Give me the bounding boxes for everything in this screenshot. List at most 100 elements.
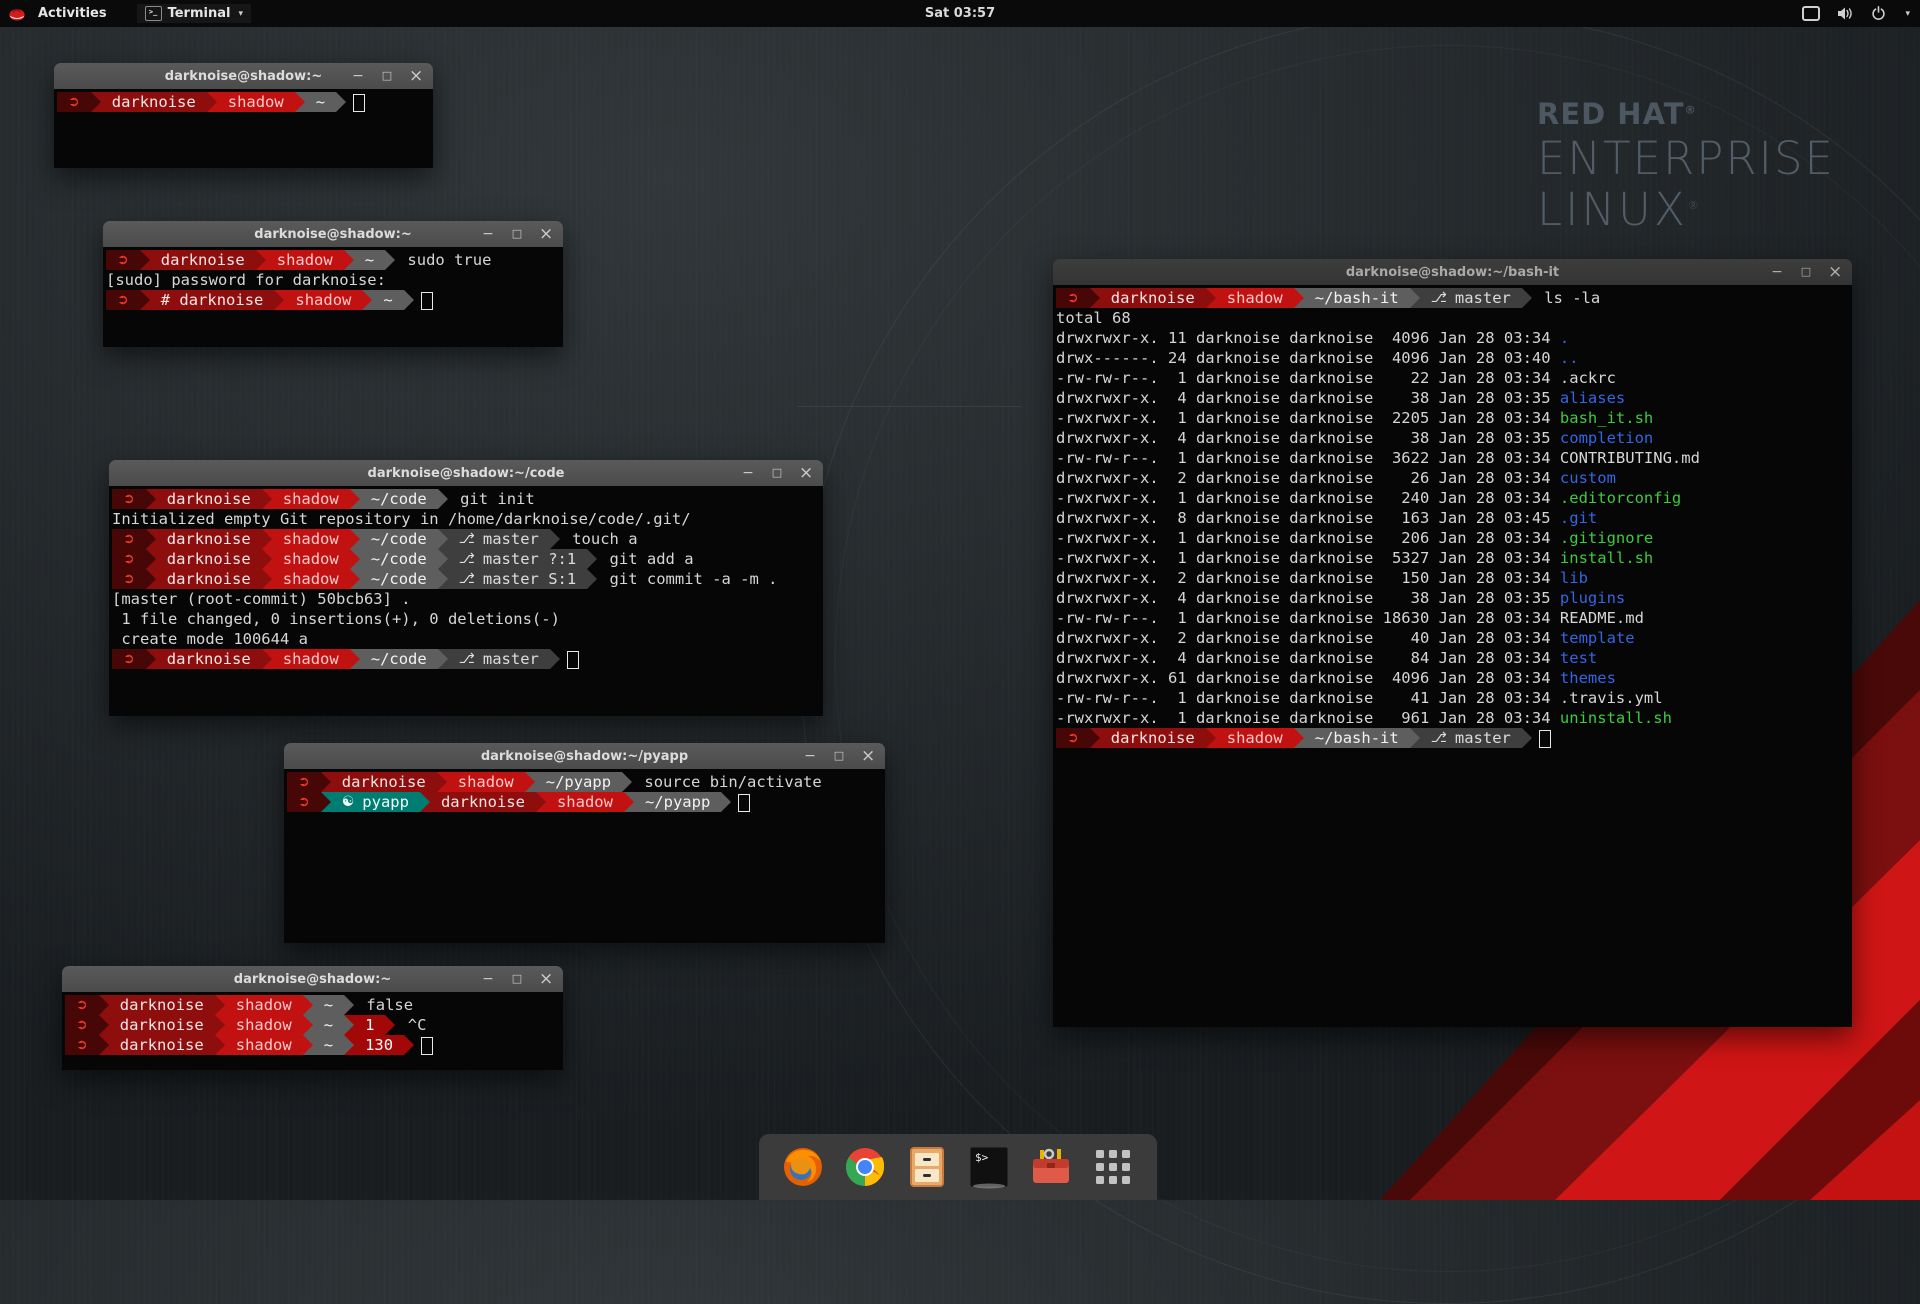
terminal-content[interactable]: ➲darknoiseshadow~ false➲darknoiseshadow~…: [62, 992, 563, 1070]
segment-label: darknoise: [342, 772, 426, 792]
powerline-separator: [437, 772, 447, 792]
terminal-cursor: [738, 794, 750, 812]
powerline-separator: [550, 649, 560, 669]
powerline-separator: [321, 772, 331, 792]
power-icon[interactable]: [1871, 6, 1886, 21]
os-segment: ➲: [65, 1015, 99, 1035]
terminal-content[interactable]: ➲darknoiseshadow~: [54, 89, 433, 168]
output-text: .git: [1560, 508, 1597, 528]
host-segment: shadow: [272, 649, 350, 669]
maximize-button[interactable]: □: [510, 221, 524, 247]
terminal-content[interactable]: ➲darknoiseshadow~/code git initInitializ…: [109, 486, 823, 716]
window-titlebar[interactable]: darknoise@shadow:~ −□×: [54, 63, 433, 90]
terminal-line: ➲darknoiseshadow~/code⎇master ?:1 git ad…: [112, 549, 823, 569]
close-button[interactable]: ×: [539, 966, 553, 992]
maximize-button[interactable]: □: [770, 460, 784, 486]
powerline-separator: [295, 92, 305, 112]
chrome-icon[interactable]: [842, 1144, 888, 1190]
app-menu-terminal[interactable]: >_ Terminal ▾: [137, 4, 251, 23]
rhel-wallpaper-logo: RED HAT® ENTERPRISE LINUX®: [1537, 100, 1835, 232]
os-segment: ➲: [112, 649, 146, 669]
powerline-separator: [385, 1015, 395, 1035]
powerline-separator: [350, 569, 360, 589]
terminal-line: drwxrwxr-x. 4 darknoise darknoise 38 Jan…: [1056, 588, 1852, 608]
path-segment: ~/code: [360, 529, 438, 549]
host-segment: shadow: [546, 792, 624, 812]
os-icon: ➲: [76, 1035, 88, 1055]
app-grid-icon[interactable]: [1090, 1144, 1136, 1190]
clock[interactable]: Sat 03:57: [0, 6, 1920, 21]
terminal-mini-icon: >_: [145, 6, 162, 21]
window-title: darknoise@shadow:~/pyapp: [481, 749, 688, 764]
command-text: source bin/activate: [635, 772, 822, 792]
terminal-line: ➲☯pyappdarknoiseshadow~/pyapp: [287, 792, 885, 812]
terminal-content[interactable]: ➲darknoiseshadow~ sudo true[sudo] passwo…: [103, 247, 563, 347]
os-icon: ➲: [123, 569, 135, 589]
terminal-line: drwxrwxr-x. 2 darknoise darknoise 26 Jan…: [1056, 468, 1852, 488]
terminal-line: [sudo] password for darknoise:: [106, 270, 563, 290]
chevron-down-icon[interactable]: ▾: [1905, 9, 1910, 19]
segment-label: ~/pyapp: [546, 772, 611, 792]
screen-icon[interactable]: [1802, 6, 1820, 21]
close-button[interactable]: ×: [1828, 259, 1842, 285]
output-text: drwxrwxr-x. 4 darknoise darknoise 84 Jan…: [1056, 648, 1560, 668]
segment-label: ~/code: [371, 649, 427, 669]
terminal-line: drwxrwxr-x. 8 darknoise darknoise 163 Ja…: [1056, 508, 1852, 528]
files-icon[interactable]: [904, 1144, 950, 1190]
os-icon: ➲: [76, 995, 88, 1015]
close-button[interactable]: ×: [799, 460, 813, 486]
close-button[interactable]: ×: [861, 743, 875, 769]
activities-button[interactable]: Activities: [34, 6, 111, 21]
minimize-button[interactable]: −: [481, 966, 495, 992]
minimize-button[interactable]: −: [1770, 259, 1784, 285]
segment-label: ~/code: [371, 549, 427, 569]
maximize-button[interactable]: □: [832, 743, 846, 769]
close-button[interactable]: ×: [539, 221, 553, 247]
powerline-separator: [303, 1035, 313, 1055]
maximize-button[interactable]: □: [510, 966, 524, 992]
minimize-button[interactable]: −: [741, 460, 755, 486]
os-segment: ➲: [112, 569, 146, 589]
close-button[interactable]: ×: [409, 63, 423, 89]
terminal-icon[interactable]: $>: [966, 1144, 1012, 1190]
powerline-separator: [256, 250, 266, 270]
window-titlebar[interactable]: darknoise@shadow:~/bash-it −□×: [1053, 259, 1852, 286]
window-controls: −□ ×: [803, 743, 875, 769]
maximize-button[interactable]: □: [1799, 259, 1813, 285]
window-titlebar[interactable]: darknoise@shadow:~/pyapp −□ ×: [284, 743, 885, 770]
terminal-content[interactable]: ➲darknoiseshadow~/bash-it⎇master ls -lat…: [1053, 285, 1852, 1027]
minimize-button[interactable]: −: [481, 221, 495, 247]
output-text: aliases: [1560, 388, 1625, 408]
terminal-window-code: darknoise@shadow:~/code −□× ➲darknoisesh…: [109, 460, 823, 716]
segment-label: shadow: [557, 792, 613, 812]
output-text: drwxrwxr-x. 61 darknoise darknoise 4096 …: [1056, 668, 1560, 688]
powerline-separator: [1090, 288, 1100, 308]
segment-label: shadow: [283, 569, 339, 589]
os-icon: ➲: [123, 489, 135, 509]
output-text: CONTRIBUTING.md: [1560, 448, 1700, 468]
terminal-content[interactable]: ➲ darknoise shadow~/pyapp source bin/activ…: [284, 769, 885, 943]
window-titlebar[interactable]: darknoise@shadow:~ −□×: [62, 966, 563, 993]
user-segment: darknoise: [156, 569, 262, 589]
segment-label: darknoise: [120, 1015, 204, 1035]
powerline-separator: [350, 649, 360, 669]
brand-enterprise: ENTERPRISE: [1537, 136, 1835, 181]
powerline-separator: [140, 290, 150, 310]
toolbox-icon[interactable]: [1028, 1144, 1074, 1190]
volume-icon[interactable]: [1837, 6, 1854, 21]
segment-label: shadow: [236, 995, 292, 1015]
venv-segment: ☯pyapp: [331, 792, 420, 812]
minimize-button[interactable]: −: [351, 63, 365, 89]
user-segment: darknoise: [1100, 288, 1206, 308]
os-icon: ➲: [298, 772, 310, 792]
window-titlebar[interactable]: darknoise@shadow:~/code −□×: [109, 460, 823, 487]
firefox-icon[interactable]: [780, 1144, 826, 1190]
maximize-button[interactable]: □: [380, 63, 394, 89]
os-segment: ➲: [65, 995, 99, 1015]
minimize-button[interactable]: −: [803, 743, 817, 769]
command-text: false: [357, 995, 413, 1015]
window-titlebar[interactable]: darknoise@shadow:~ −□×: [103, 221, 563, 248]
user-segment: # darknoise: [150, 290, 275, 310]
segment-label: shadow: [283, 649, 339, 669]
segment-label: master ?:1: [483, 549, 576, 569]
